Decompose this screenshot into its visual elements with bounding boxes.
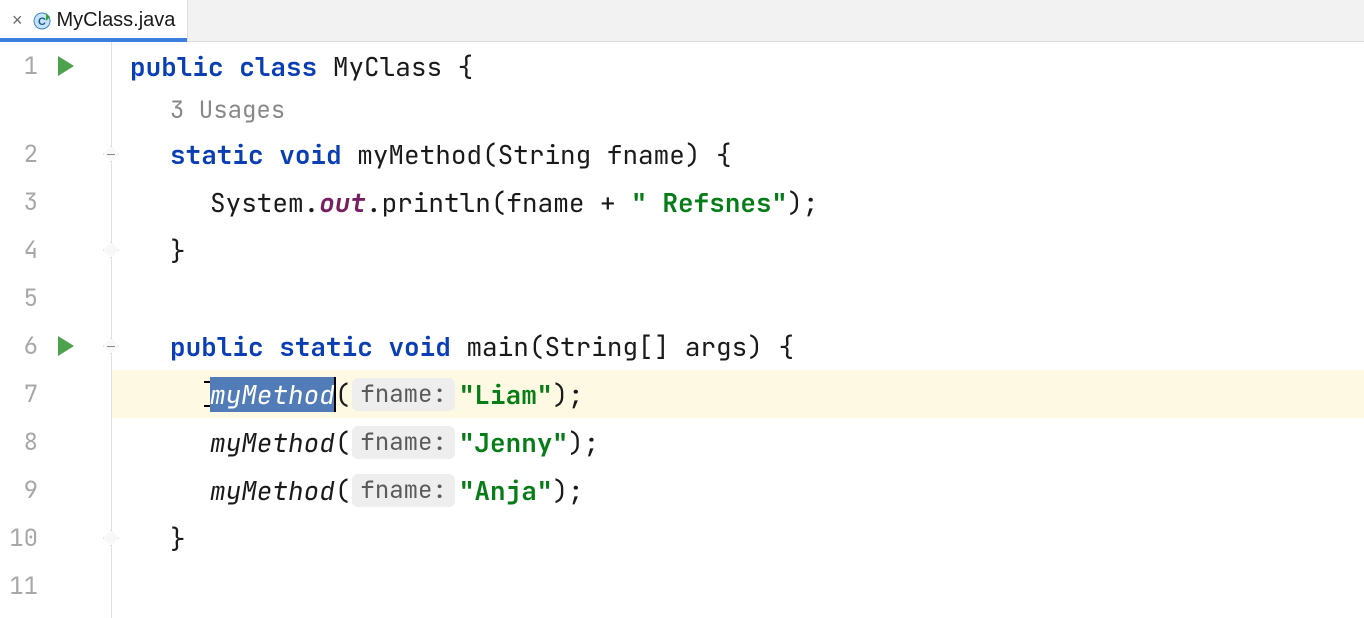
string-literal: "Jenny" bbox=[459, 425, 568, 460]
parameter-hint: fname: bbox=[352, 378, 454, 411]
keyword: class bbox=[239, 49, 317, 84]
tab-bar: × C MyClass.java bbox=[0, 0, 1364, 42]
keyword: public bbox=[170, 329, 264, 364]
line-number: 6 bbox=[0, 331, 44, 362]
keyword: static bbox=[279, 329, 373, 364]
line-number: 7 bbox=[0, 379, 44, 410]
line-number: 2 bbox=[0, 139, 44, 170]
field-ref: out bbox=[319, 185, 366, 220]
code-line[interactable] bbox=[112, 274, 1364, 322]
code-line-active[interactable]: myMethod(fname:"Liam"); bbox=[112, 370, 1364, 418]
gutter-line: 11 bbox=[0, 562, 111, 610]
run-icon[interactable] bbox=[58, 336, 74, 356]
gutter-line: 2 bbox=[0, 130, 111, 178]
parameter-hint: fname: bbox=[352, 426, 454, 459]
string-literal: "Anja" bbox=[459, 473, 553, 508]
gutter-line: 1 bbox=[0, 42, 111, 90]
line-number: 5 bbox=[0, 283, 44, 314]
class-name: MyClass bbox=[333, 49, 442, 84]
code-area[interactable]: public class MyClass { 3 Usages static v… bbox=[112, 42, 1364, 618]
tab-filename: MyClass.java bbox=[57, 9, 176, 32]
line-number: 8 bbox=[0, 427, 44, 458]
gutter-line: 6 bbox=[0, 322, 111, 370]
line-number: 11 bbox=[0, 571, 44, 602]
close-icon[interactable]: × bbox=[12, 11, 27, 31]
code-line[interactable]: System.out.println(fname + " Refsnes"); bbox=[112, 178, 1364, 226]
method-name: main bbox=[466, 329, 528, 364]
method-call: myMethod bbox=[210, 425, 335, 460]
file-tab[interactable]: × C MyClass.java bbox=[0, 0, 188, 41]
gutter: 1 2 3 4 5 6 7 8 9 bbox=[0, 42, 112, 618]
usages-hint[interactable]: 3 Usages bbox=[112, 90, 1364, 130]
svg-text:C: C bbox=[38, 16, 46, 28]
line-number: 10 bbox=[0, 523, 44, 554]
parameter-hint: fname: bbox=[352, 474, 454, 507]
line-number: 3 bbox=[0, 187, 44, 218]
line-number: 4 bbox=[0, 235, 44, 266]
string-literal: "Liam" bbox=[459, 377, 553, 412]
keyword: void bbox=[279, 137, 341, 172]
gutter-line: 5 bbox=[0, 274, 111, 322]
editor[interactable]: 1 2 3 4 5 6 7 8 9 bbox=[0, 42, 1364, 618]
code-line[interactable]: } bbox=[112, 226, 1364, 274]
gutter-line: 7 bbox=[0, 370, 111, 418]
gutter-line: 3 bbox=[0, 178, 111, 226]
code-line[interactable] bbox=[112, 562, 1364, 610]
keyword: public bbox=[130, 49, 224, 84]
keyword: void bbox=[388, 329, 450, 364]
gutter-line: 4 bbox=[0, 226, 111, 274]
gutter-line: 8 bbox=[0, 418, 111, 466]
method-call: myMethod bbox=[210, 473, 335, 508]
selected-text: myMethod bbox=[210, 377, 335, 412]
gutter-hint-spacer bbox=[0, 90, 111, 130]
code-line[interactable]: } bbox=[112, 514, 1364, 562]
run-icon[interactable] bbox=[58, 56, 74, 76]
code-line[interactable]: public static void main(String[] args) { bbox=[112, 322, 1364, 370]
java-class-icon: C bbox=[33, 12, 51, 30]
gutter-line: 10 bbox=[0, 514, 111, 562]
code-line[interactable]: public class MyClass { bbox=[112, 42, 1364, 90]
method-name: myMethod bbox=[357, 137, 482, 172]
string-literal: " Refsnes" bbox=[631, 185, 787, 220]
code-line[interactable]: myMethod(fname:"Anja"); bbox=[112, 466, 1364, 514]
gutter-line: 9 bbox=[0, 466, 111, 514]
line-number: 1 bbox=[0, 51, 44, 82]
line-number: 9 bbox=[0, 475, 44, 506]
code-line[interactable]: static void myMethod(String fname) { bbox=[112, 130, 1364, 178]
code-line[interactable]: myMethod(fname:"Jenny"); bbox=[112, 418, 1364, 466]
keyword: static bbox=[170, 137, 264, 172]
